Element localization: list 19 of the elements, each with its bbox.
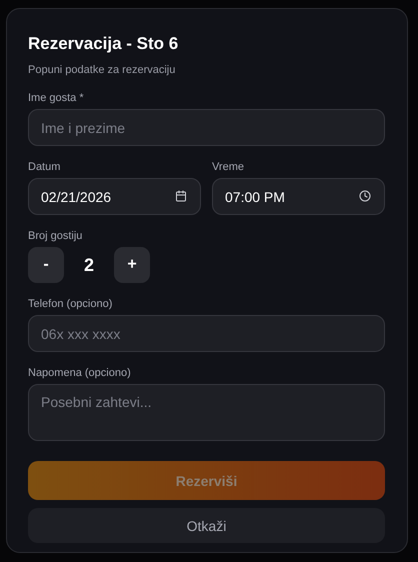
- dialog-subtitle: Popuni podatke za rezervaciju: [28, 63, 176, 77]
- field-label: Napomena (opciono): [28, 366, 132, 380]
- note-input[interactable]: Posebni zahtevi...: [28, 384, 385, 441]
- decrement-button[interactable]: -: [28, 247, 64, 283]
- field-label: Broj gostiju: [28, 229, 84, 243]
- field-label: Vreme: [212, 160, 245, 174]
- text-input[interactable]: Ime i prezime: [28, 109, 385, 146]
- field-label: Ime gosta *: [28, 91, 85, 105]
- cancel-button[interactable]: Otkaži: [28, 508, 385, 543]
- increment-button[interactable]: +: [114, 247, 150, 283]
- time-input[interactable]: 07:00 PM: [212, 178, 385, 215]
- clock-icon[interactable]: [359, 190, 371, 202]
- calendar-icon[interactable]: [175, 190, 187, 202]
- field-label: Telefon (opciono): [28, 297, 114, 311]
- dialog-title: Rezervacija - Sto 6: [28, 33, 180, 55]
- date-input[interactable]: 02/21/2026: [28, 178, 201, 215]
- guest-count: 2: [82, 254, 95, 276]
- text-input[interactable]: 06x xxx xxxx: [28, 315, 385, 352]
- field-label: Datum: [28, 160, 62, 174]
